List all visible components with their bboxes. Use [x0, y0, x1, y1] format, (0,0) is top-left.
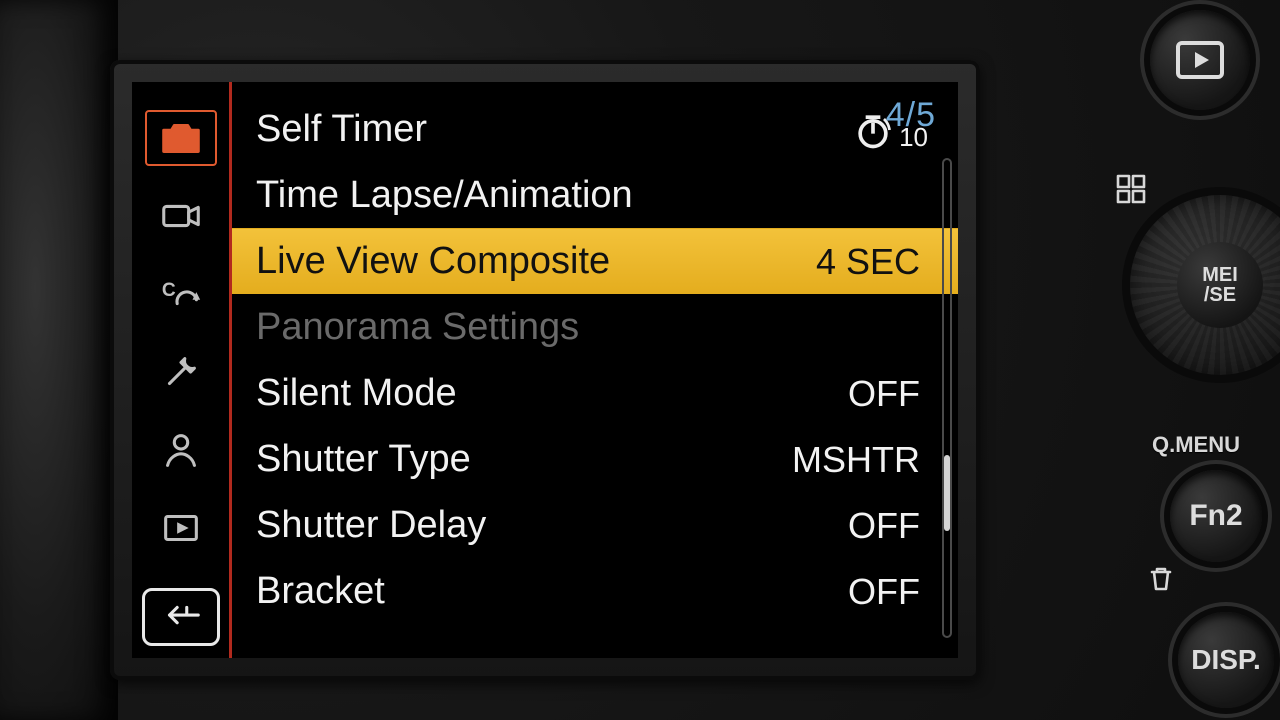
menu-item-panorama-settings: Panorama Settings	[232, 294, 958, 360]
menu-item-value: OFF	[848, 505, 920, 547]
disp-button[interactable]: DISP.	[1178, 612, 1274, 708]
menu-item-label: Time Lapse/Animation	[256, 174, 920, 217]
menu-item-label: Shutter Delay	[256, 504, 848, 547]
menu-item-value: MSHTR	[792, 439, 920, 481]
menu-item-bracket[interactable]: Bracket OFF	[232, 558, 958, 624]
lcd-screen: C 4/5 Self Timer	[132, 82, 958, 658]
tab-custom[interactable]: C	[145, 266, 217, 322]
menu-item-value: OFF	[848, 373, 920, 415]
menu-panel: 4/5 Self Timer 10 Time Lapse/Animation	[232, 82, 958, 658]
back-button[interactable]	[142, 588, 220, 646]
fn2-label: Fn2	[1189, 499, 1242, 533]
menu-item-self-timer[interactable]: Self Timer 10	[232, 96, 958, 162]
grid-icon	[1116, 174, 1146, 204]
menu-item-live-view-composite[interactable]: Live View Composite 4 SEC	[232, 228, 958, 294]
menu-item-label: Self Timer	[256, 108, 851, 151]
tab-playback[interactable]	[145, 500, 217, 556]
menu-item-label: Shutter Type	[256, 438, 792, 481]
dial-center-label: MEI /SE	[1202, 265, 1238, 305]
menu-item-shutter-delay[interactable]: Shutter Delay OFF	[232, 492, 958, 558]
menu-item-time-lapse[interactable]: Time Lapse/Animation	[232, 162, 958, 228]
menu-item-shutter-type[interactable]: Shutter Type MSHTR	[232, 426, 958, 492]
menu-item-value: 4 SEC	[816, 241, 920, 283]
qmenu-label: Q.MENU	[1152, 432, 1240, 458]
menu-item-silent-mode[interactable]: Silent Mode OFF	[232, 360, 958, 426]
tab-photo[interactable]	[145, 110, 217, 166]
thumb-grip	[0, 0, 118, 720]
tab-setup[interactable]	[145, 344, 217, 400]
fn2-button[interactable]: Fn2	[1170, 470, 1262, 562]
menu-item-label: Live View Composite	[256, 240, 816, 283]
svg-text:C: C	[161, 280, 175, 301]
menu-set-button[interactable]: MEI /SE	[1177, 242, 1263, 328]
menu-item-label: Bracket	[256, 570, 848, 613]
playback-button[interactable]	[1150, 10, 1250, 110]
disp-label: DISP.	[1191, 644, 1261, 676]
self-timer-value: 10	[899, 122, 928, 153]
scrollbar-thumb[interactable]	[944, 455, 950, 531]
menu-scrollbar[interactable]	[942, 158, 952, 638]
menu-item-value: OFF	[848, 571, 920, 613]
menu-tab-rail: C	[132, 82, 232, 658]
menu-rows: Self Timer 10 Time Lapse/Animation Live …	[232, 90, 958, 624]
tab-video[interactable]	[145, 188, 217, 244]
trash-icon	[1148, 566, 1174, 592]
menu-item-label: Silent Mode	[256, 372, 848, 415]
lcd-bezel: C 4/5 Self Timer	[110, 60, 980, 680]
tab-mymenu[interactable]	[145, 422, 217, 478]
menu-item-label: Panorama Settings	[256, 306, 920, 349]
